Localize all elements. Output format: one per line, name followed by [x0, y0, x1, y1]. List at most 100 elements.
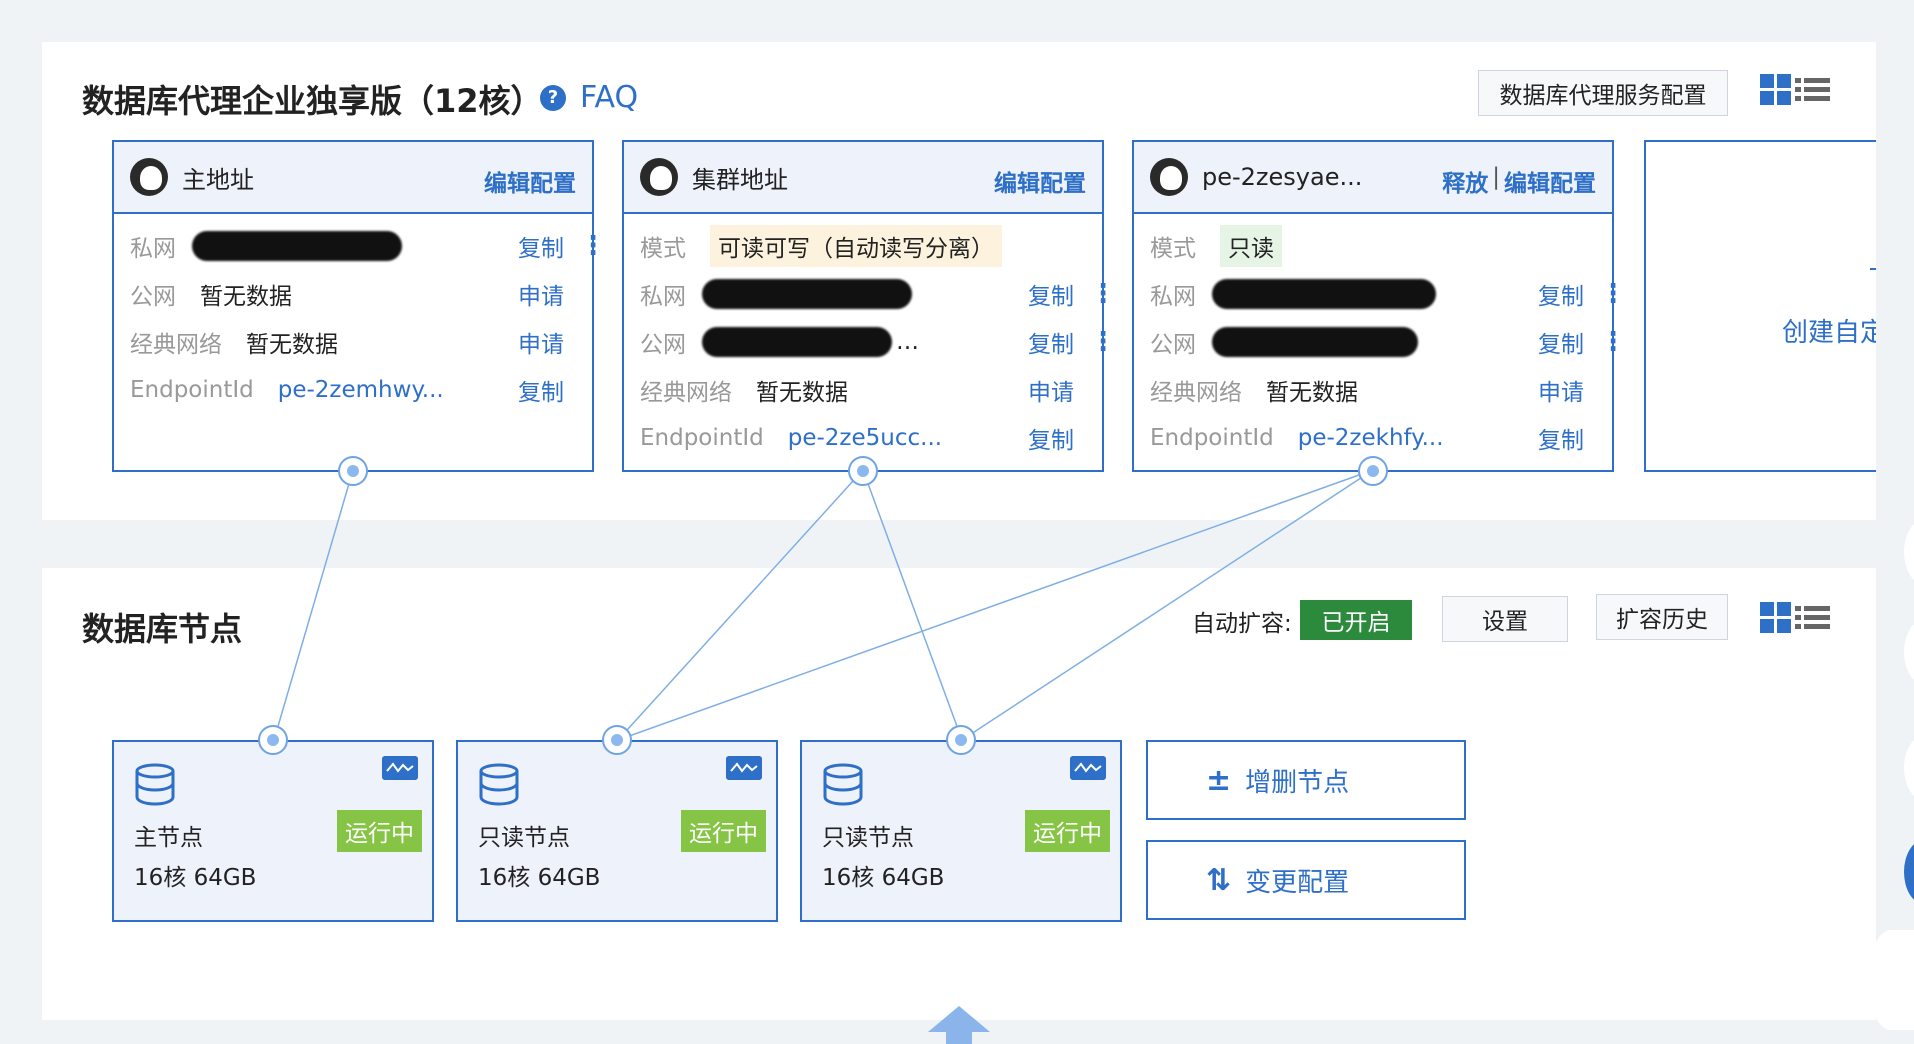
copy-link[interactable]: 复制 — [1028, 277, 1074, 311]
endpoint-id[interactable]: pe-2zekhfy... — [1298, 425, 1444, 451]
proxy-view-toggle[interactable] — [1760, 74, 1830, 105]
node-card-primary[interactable]: 主节点 运行中 16核 64GB — [112, 740, 434, 922]
monitor-chart-icon[interactable] — [726, 756, 762, 780]
monitor-chart-icon[interactable] — [1070, 756, 1106, 780]
row-classic: 经典网络 暂无数据 申请 — [130, 318, 576, 366]
row-label: 模式 — [1150, 236, 1196, 262]
assistant-avatar-icon[interactable] — [1868, 930, 1914, 1030]
plus-icon — [1870, 268, 1876, 270]
add-remove-nodes-label: 增删节点 — [1245, 767, 1350, 798]
row-label: 公网 — [1150, 332, 1196, 358]
more-icon[interactable]: ⋮ — [1090, 279, 1116, 309]
connection-port — [602, 725, 632, 755]
redacted-value — [702, 279, 912, 309]
row-label: 经典网络 — [640, 380, 732, 406]
database-icon — [823, 763, 863, 806]
redacted-value — [1212, 327, 1418, 357]
card-header: 主地址 编辑配置 — [114, 142, 592, 214]
apply-link[interactable]: 申请 — [518, 277, 564, 311]
row-label: 模式 — [640, 236, 686, 262]
status-badge: 运行中 — [681, 810, 766, 852]
row-label: 私网 — [640, 284, 686, 310]
apply-link[interactable]: 申请 — [1538, 373, 1584, 407]
node-spec: 16核 64GB — [478, 865, 601, 891]
grid-view-icon[interactable] — [1760, 74, 1791, 105]
copy-link[interactable]: 复制 — [1538, 421, 1584, 455]
database-icon — [135, 763, 175, 806]
node-card-readonly-1[interactable]: 只读节点 运行中 16核 64GB — [456, 740, 778, 922]
card-name: 集群地址 — [692, 165, 788, 194]
monitor-chart-icon[interactable] — [382, 756, 418, 780]
node-spec: 16核 64GB — [822, 865, 945, 891]
faq-link[interactable]: ? FAQ — [540, 80, 638, 115]
create-proxy-card[interactable]: 创建自定 — [1644, 140, 1876, 472]
connection-port — [1358, 456, 1388, 486]
row-endpoint: EndpointId pe-2ze5ucc... 复制 — [640, 414, 1086, 462]
row-value: 暂无数据 — [246, 332, 338, 358]
list-view-icon[interactable] — [1795, 78, 1830, 101]
card-name: 主地址 — [182, 165, 254, 194]
node-card-readonly-2[interactable]: 只读节点 运行中 16核 64GB — [800, 740, 1122, 922]
endpoint-id[interactable]: pe-2ze5ucc... — [788, 425, 942, 451]
connection-port — [338, 456, 368, 486]
proxy-avatar-icon — [640, 158, 678, 196]
more-icon[interactable]: ⋮ — [1600, 279, 1626, 309]
page: 数据库代理企业独享版（12核） ? FAQ 数据库代理服务配置 主地址 编辑配置… — [0, 0, 1914, 1044]
proxy-card-primary: 主地址 编辑配置 私网 复制 ⋮ 公网 暂无数据 申请 经典网络 暂无数据 申请… — [112, 140, 606, 472]
more-icon[interactable]: ⋮ — [1090, 327, 1116, 357]
nodes-view-toggle[interactable] — [1760, 602, 1830, 633]
status-badge: 运行中 — [1025, 810, 1110, 852]
edit-config-link[interactable]: 编辑配置 — [1504, 164, 1596, 198]
change-config-label: 变更配置 — [1245, 867, 1350, 898]
edit-config-link[interactable]: 编辑配置 — [484, 164, 576, 198]
auto-scale-label: 自动扩容: — [1192, 611, 1292, 637]
status-badge: 运行中 — [337, 810, 422, 852]
row-private: 私网 复制 ⋮ — [130, 222, 606, 270]
copy-link[interactable]: 复制 — [1538, 277, 1584, 311]
floating-tool-button[interactable] — [1904, 520, 1914, 584]
card-name: pe-2zesyae... — [1202, 163, 1363, 191]
grid-view-icon[interactable] — [1760, 602, 1791, 633]
proxy-card-readonly: pe-2zesyae... 释放 | 编辑配置 模式 只读 私网 复制 ⋮ 公网… — [1132, 140, 1626, 472]
release-link[interactable]: 释放 — [1442, 164, 1488, 198]
scale-history-button[interactable]: 扩容历史 — [1596, 594, 1728, 640]
row-value: 暂无数据 — [1266, 380, 1358, 406]
divider: | — [1492, 164, 1500, 190]
row-label: EndpointId — [1150, 425, 1274, 451]
copy-link[interactable]: 复制 — [1538, 325, 1584, 359]
settings-button[interactable]: 设置 — [1442, 596, 1568, 642]
floating-tool-button[interactable] — [1904, 840, 1914, 904]
proxy-avatar-icon — [130, 158, 168, 196]
card-header: pe-2zesyae... 释放 | 编辑配置 — [1134, 142, 1612, 214]
copy-link[interactable]: 复制 — [518, 373, 564, 407]
row-label: EndpointId — [640, 425, 764, 451]
copy-link[interactable]: 复制 — [1028, 325, 1074, 359]
copy-link[interactable]: 复制 — [1028, 421, 1074, 455]
more-icon[interactable]: ⋮ — [580, 231, 606, 261]
endpoint-id[interactable]: pe-2zemhwy... — [278, 377, 444, 403]
apply-link[interactable]: 申请 — [1028, 373, 1074, 407]
node-name: 主节点 — [134, 825, 203, 851]
row-classic: 经典网络 暂无数据 申请 — [1150, 366, 1596, 414]
add-remove-nodes-button[interactable]: ± 增删节点 — [1146, 740, 1466, 820]
proxy-service-config-button[interactable]: 数据库代理服务配置 — [1478, 70, 1728, 116]
copy-link[interactable]: 复制 — [518, 229, 564, 263]
floating-tool-button[interactable] — [1904, 620, 1914, 684]
change-config-button[interactable]: ⇅ 变更配置 — [1146, 840, 1466, 920]
row-public: 公网 复制 ⋮ — [1150, 318, 1626, 366]
list-view-icon[interactable] — [1795, 606, 1830, 629]
create-label: 创建自定 — [1782, 318, 1876, 348]
more-icon[interactable]: ⋮ — [1600, 327, 1626, 357]
node-spec: 16核 64GB — [134, 865, 257, 891]
row-label: 经典网络 — [1150, 380, 1242, 406]
plus-icon: ± — [1206, 762, 1232, 798]
proxy-title: 数据库代理企业独享版（12核） — [82, 82, 543, 120]
auto-scale-status[interactable]: 已开启 — [1300, 600, 1412, 640]
edit-config-link[interactable]: 编辑配置 — [994, 164, 1086, 198]
question-circle-icon: ? — [540, 84, 566, 111]
floating-tool-button[interactable] — [1904, 736, 1914, 800]
apply-link[interactable]: 申请 — [518, 325, 564, 359]
row-label: 公网 — [130, 284, 176, 310]
up-arrow-icon[interactable] — [924, 1004, 994, 1044]
connection-port — [848, 456, 878, 486]
